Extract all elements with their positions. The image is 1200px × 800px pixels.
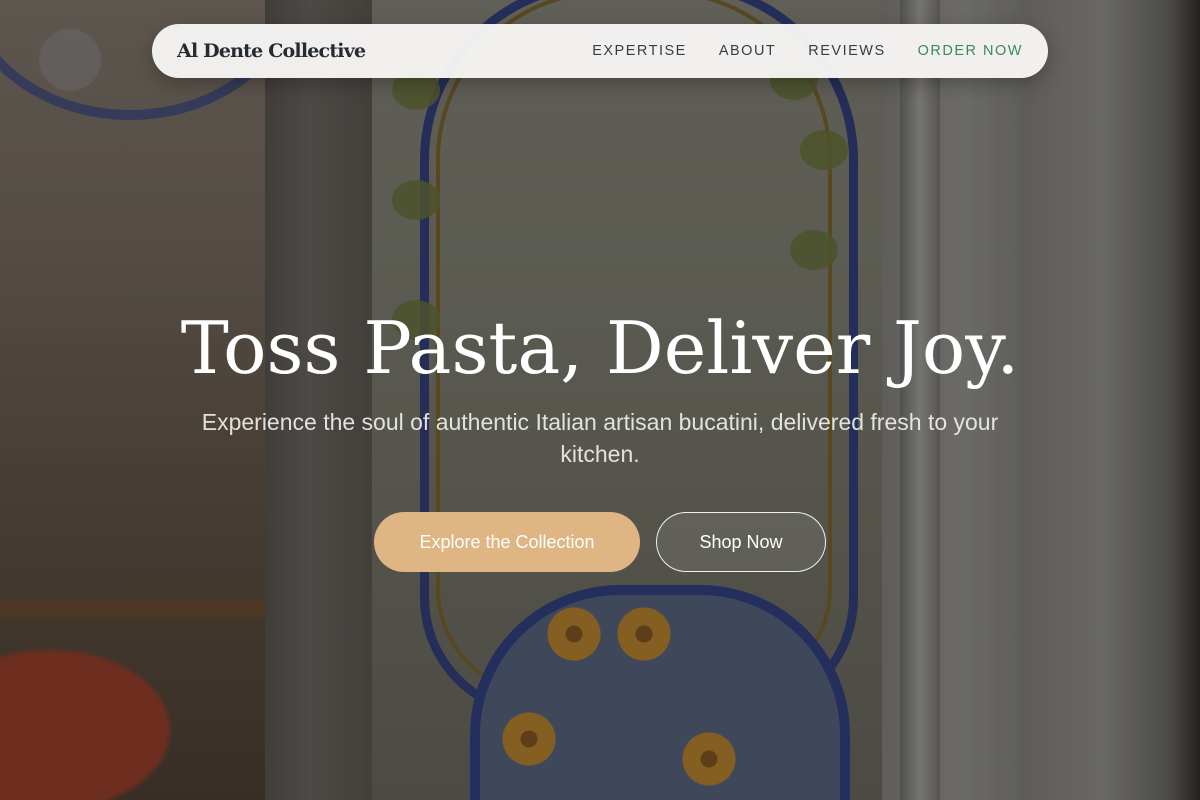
- hero-actions: Explore the Collection Shop Now: [0, 512, 1200, 572]
- nav-links: EXPERTISE ABOUT REVIEWS ORDER NOW: [592, 43, 1023, 59]
- hero-subtitle: Experience the soul of authentic Italian…: [201, 409, 999, 467]
- nav-link-about[interactable]: ABOUT: [719, 43, 776, 59]
- nav-link-reviews[interactable]: REVIEWS: [808, 43, 885, 59]
- shop-now-button[interactable]: Shop Now: [656, 512, 826, 572]
- hero-section: Toss Pasta, Deliver Joy. Experience the …: [0, 300, 1200, 572]
- explore-collection-button[interactable]: Explore the Collection: [374, 512, 640, 572]
- nav-link-expertise[interactable]: EXPERTISE: [592, 43, 687, 59]
- nav-link-order-now[interactable]: ORDER NOW: [918, 43, 1023, 59]
- brand-logo[interactable]: Al Dente Collective: [177, 40, 366, 62]
- top-navigation-bar: Al Dente Collective EXPERTISE ABOUT REVI…: [152, 24, 1048, 78]
- hero-title: Toss Pasta, Deliver Joy.: [180, 306, 1020, 390]
